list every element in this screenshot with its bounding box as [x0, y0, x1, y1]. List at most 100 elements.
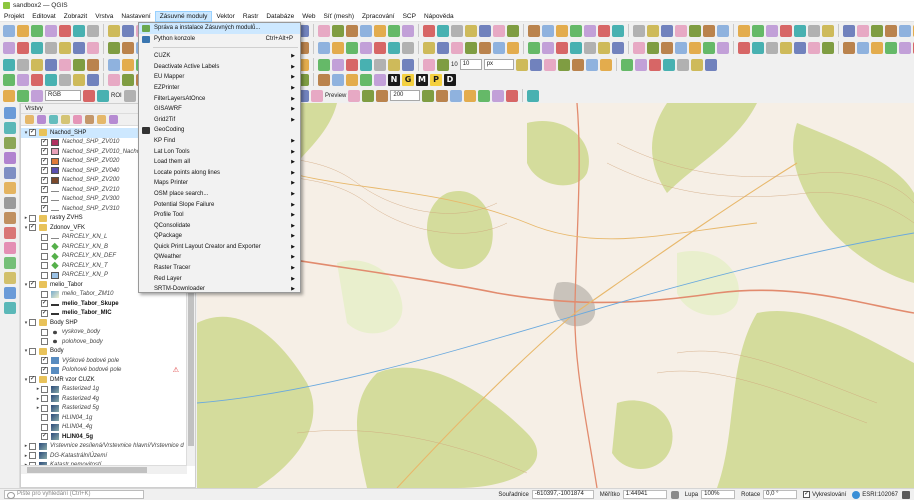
- toolbar-tool-icon[interactable]: [402, 58, 414, 71]
- toolbar-tool-icon[interactable]: [311, 89, 324, 102]
- toolbar-tool-icon[interactable]: [332, 58, 344, 71]
- side-tool-icon[interactable]: [3, 182, 16, 194]
- layer-tree-row[interactable]: vyskove_body: [21, 328, 187, 338]
- toolbar-tool-icon[interactable]: [83, 89, 95, 102]
- menu-item[interactable]: SCP: [399, 11, 420, 22]
- toolbar-tool-icon[interactable]: [766, 24, 778, 37]
- toolbar-tool-icon[interactable]: [808, 24, 820, 37]
- map-canvas[interactable]: [197, 103, 914, 488]
- toolbar-tool-icon[interactable]: [451, 41, 463, 54]
- side-tool-icon[interactable]: [3, 167, 16, 179]
- layer-visibility-checkbox[interactable]: [41, 290, 48, 298]
- menu-item[interactable]: Databáze: [262, 11, 298, 22]
- toolbar-tool-icon[interactable]: [703, 24, 715, 37]
- toolbar-tool-icon[interactable]: [346, 58, 358, 71]
- plugins-menu-item[interactable]: Red Layer ▶: [139, 274, 300, 285]
- layer-visibility-checkbox[interactable]: ✓: [41, 205, 48, 213]
- toolbar-tool-icon[interactable]: [59, 73, 71, 86]
- layer-tree-row[interactable]: HLIN04_1g: [21, 413, 187, 423]
- layer-tree-row[interactable]: ▸ Rasterized 1g: [21, 385, 187, 395]
- toolbar-tool-icon[interactable]: [451, 24, 463, 37]
- toolbar-tool-icon[interactable]: [704, 58, 717, 71]
- toolbar-tool-icon[interactable]: [122, 58, 134, 71]
- toolbar-tool-icon[interactable]: [857, 24, 869, 37]
- layer-visibility-checkbox[interactable]: [41, 243, 48, 251]
- menu-item[interactable]: Vrstva: [91, 11, 117, 22]
- menu-item[interactable]: Nápověda: [420, 11, 458, 22]
- toolbar-tool-icon[interactable]: [362, 89, 375, 102]
- toolbar-tool-icon[interactable]: [17, 41, 29, 54]
- toolbar-tool-icon[interactable]: [31, 73, 43, 86]
- toolbar-tool-icon[interactable]: [346, 24, 358, 37]
- plugins-menu-item[interactable]: Potential Slope Failure ▶: [139, 200, 300, 211]
- toolbar-tool-icon[interactable]: [871, 24, 883, 37]
- layer-visibility-checkbox[interactable]: ✓: [41, 309, 48, 317]
- toolbar-tool-icon[interactable]: [73, 41, 85, 54]
- plugin-letter-button[interactable]: N: [388, 73, 400, 86]
- toolbar-tool-icon[interactable]: [73, 24, 85, 37]
- toolbar-tool-icon[interactable]: [557, 58, 570, 71]
- toolbar-tool-icon[interactable]: [584, 41, 596, 54]
- toolbar-tool-icon[interactable]: [661, 24, 673, 37]
- layer-visibility-checkbox[interactable]: [41, 395, 48, 403]
- plugins-menu-item[interactable]: Profile Tool ▶: [139, 210, 300, 221]
- toolbar-tool-icon[interactable]: [45, 24, 57, 37]
- layer-visibility-checkbox[interactable]: ✓: [29, 129, 36, 137]
- toolbar-tool-icon[interactable]: [376, 89, 389, 102]
- layer-visibility-checkbox[interactable]: [41, 233, 48, 241]
- side-tool-icon[interactable]: [3, 302, 16, 314]
- side-tool-icon[interactable]: [3, 197, 16, 209]
- toolbar-tool-icon[interactable]: [59, 58, 71, 71]
- layer-visibility-checkbox[interactable]: [41, 414, 48, 422]
- toolbar-tool-icon[interactable]: [479, 41, 491, 54]
- toolbar-tool-icon[interactable]: [450, 89, 463, 102]
- toolbar-tool-icon[interactable]: [493, 41, 505, 54]
- layer-tree-row[interactable]: ▾ ✓ DMR vzor CUZK: [21, 375, 187, 385]
- snap-unit-select[interactable]: px: [483, 59, 514, 70]
- toolbar-tool-icon[interactable]: [402, 24, 414, 37]
- layer-visibility-checkbox[interactable]: ✓: [29, 224, 36, 232]
- toolbar-tool-icon[interactable]: [585, 58, 598, 71]
- plugins-menu-item[interactable]: Python konzole Ctrl+Alt+P: [139, 34, 300, 45]
- toolbar-tool-icon[interactable]: [388, 41, 400, 54]
- layer-tree-row[interactable]: ▸ Vrstevnice zesílená/Vrstevnice hlavní/V…: [21, 442, 187, 452]
- plugins-menu-item[interactable]: EU Mapper ▶: [139, 72, 300, 83]
- menu-item[interactable]: Zpracování: [358, 11, 399, 22]
- toolbar-tool-icon[interactable]: [87, 73, 99, 86]
- plugins-menu-item[interactable]: Locate points along lines ▶: [139, 168, 300, 179]
- layer-visibility-checkbox[interactable]: [41, 404, 48, 412]
- toolbar-tool-icon[interactable]: [465, 24, 477, 37]
- toolbar-tool-icon[interactable]: [492, 89, 505, 102]
- open-layer-styling-icon[interactable]: [25, 115, 34, 124]
- toolbar-tool-icon[interactable]: [87, 24, 99, 37]
- plugins-menu-item[interactable]: FilterLayersAtOnce ▶: [139, 94, 300, 105]
- toolbar-tool-icon[interactable]: [17, 89, 29, 102]
- toolbar-tool-icon[interactable]: [97, 89, 109, 102]
- toolbar-tool-icon[interactable]: [423, 41, 435, 54]
- layer-visibility-checkbox[interactable]: ✓: [41, 366, 48, 374]
- menu-item[interactable]: Síť (mesh): [319, 11, 358, 22]
- manage-themes-icon[interactable]: [49, 115, 58, 124]
- toolbar-tool-icon[interactable]: [87, 58, 99, 71]
- toolbar-tool-icon[interactable]: [108, 73, 120, 86]
- toolbar-tool-icon[interactable]: [542, 24, 554, 37]
- add-group-icon[interactable]: [37, 115, 46, 124]
- plugins-menu-item[interactable]: GeoCoding: [139, 125, 300, 136]
- menu-item[interactable]: Web: [298, 11, 319, 22]
- toolbar-tool-icon[interactable]: [662, 58, 675, 71]
- menu-item[interactable]: Zásuvné moduly: [154, 10, 213, 22]
- toolbar-tool-icon[interactable]: [332, 73, 344, 86]
- layer-tree-row[interactable]: ✓ HLIN04_5g: [21, 432, 187, 442]
- toolbar-tool-icon[interactable]: [899, 24, 911, 37]
- toolbar-tool-icon[interactable]: [689, 24, 701, 37]
- messages-icon[interactable]: [902, 490, 910, 499]
- menu-item[interactable]: Editovat: [28, 11, 60, 22]
- layer-visibility-checkbox[interactable]: [29, 452, 36, 460]
- toolbar-tool-icon[interactable]: [515, 58, 528, 71]
- toolbar-tool-icon[interactable]: [598, 24, 610, 37]
- layer-visibility-checkbox[interactable]: [41, 423, 48, 431]
- layer-visibility-checkbox[interactable]: [29, 442, 36, 450]
- layer-visibility-checkbox[interactable]: ✓: [41, 195, 48, 203]
- toolbar-tool-icon[interactable]: [738, 24, 750, 37]
- plugins-menu-item[interactable]: EZPrinter ▶: [139, 83, 300, 94]
